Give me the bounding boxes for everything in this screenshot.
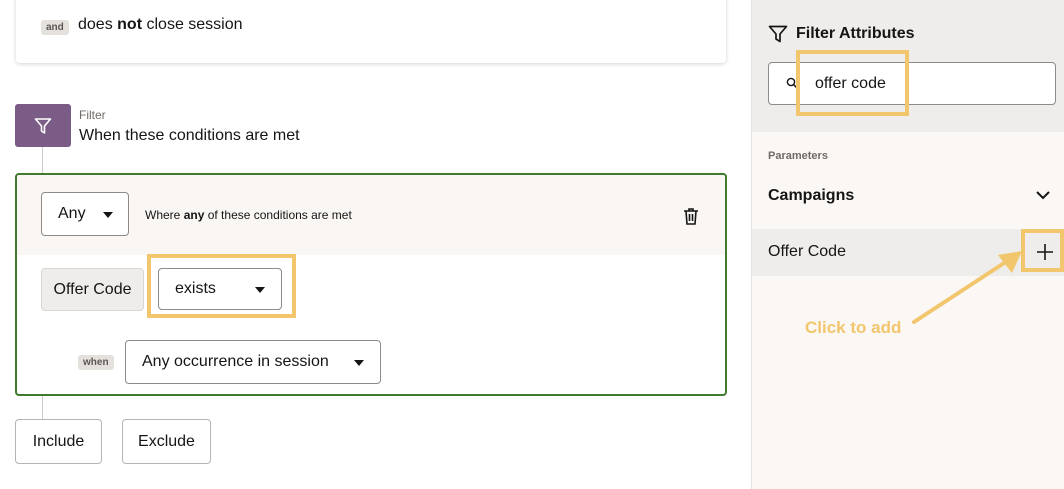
- exclude-button[interactable]: Exclude: [122, 419, 211, 464]
- caret-down-icon: [354, 360, 364, 366]
- filter-step-label: Filter: [79, 108, 106, 122]
- include-button[interactable]: Include: [15, 419, 102, 464]
- condition-group-header: Any Where any of these conditions are me…: [17, 175, 725, 255]
- chevron-down-icon[interactable]: [1035, 188, 1051, 202]
- match-type-select[interactable]: Any: [41, 192, 129, 236]
- filter-step-title: When these conditions are met: [79, 127, 300, 144]
- arrow-icon: [912, 251, 1022, 324]
- caret-down-icon: [103, 212, 113, 218]
- condition-group: Any Where any of these conditions are me…: [15, 173, 727, 396]
- and-badge: and: [41, 20, 69, 35]
- callout-text: Click to add: [805, 318, 902, 337]
- attribute-chip[interactable]: Offer Code: [41, 268, 144, 311]
- connector-line: [42, 396, 43, 419]
- section-label: Parameters: [768, 150, 828, 162]
- filter-icon: [34, 117, 52, 134]
- filter-icon: [768, 25, 788, 43]
- filter-step-icon: [15, 104, 71, 147]
- occurrence-value: Any occurrence in session: [142, 353, 329, 370]
- panel-title: Filter Attributes: [796, 25, 915, 42]
- category-campaigns[interactable]: Campaigns: [768, 187, 854, 205]
- previous-condition-card[interactable]: and does not close session: [16, 0, 726, 63]
- attribute-item-label: Offer Code: [768, 243, 846, 260]
- highlight-box: [147, 254, 296, 318]
- previous-condition-text: does not close session: [78, 16, 243, 33]
- rule-builder: and does not close session Filter When t…: [0, 0, 751, 489]
- trash-icon[interactable]: [681, 206, 701, 226]
- match-description: Where any of these conditions are met: [145, 208, 352, 222]
- highlight-box: [796, 50, 909, 116]
- match-type-value: Any: [58, 205, 86, 222]
- occurrence-select[interactable]: Any occurrence in session: [125, 340, 381, 384]
- when-badge: when: [78, 355, 114, 370]
- connector-line: [42, 147, 43, 175]
